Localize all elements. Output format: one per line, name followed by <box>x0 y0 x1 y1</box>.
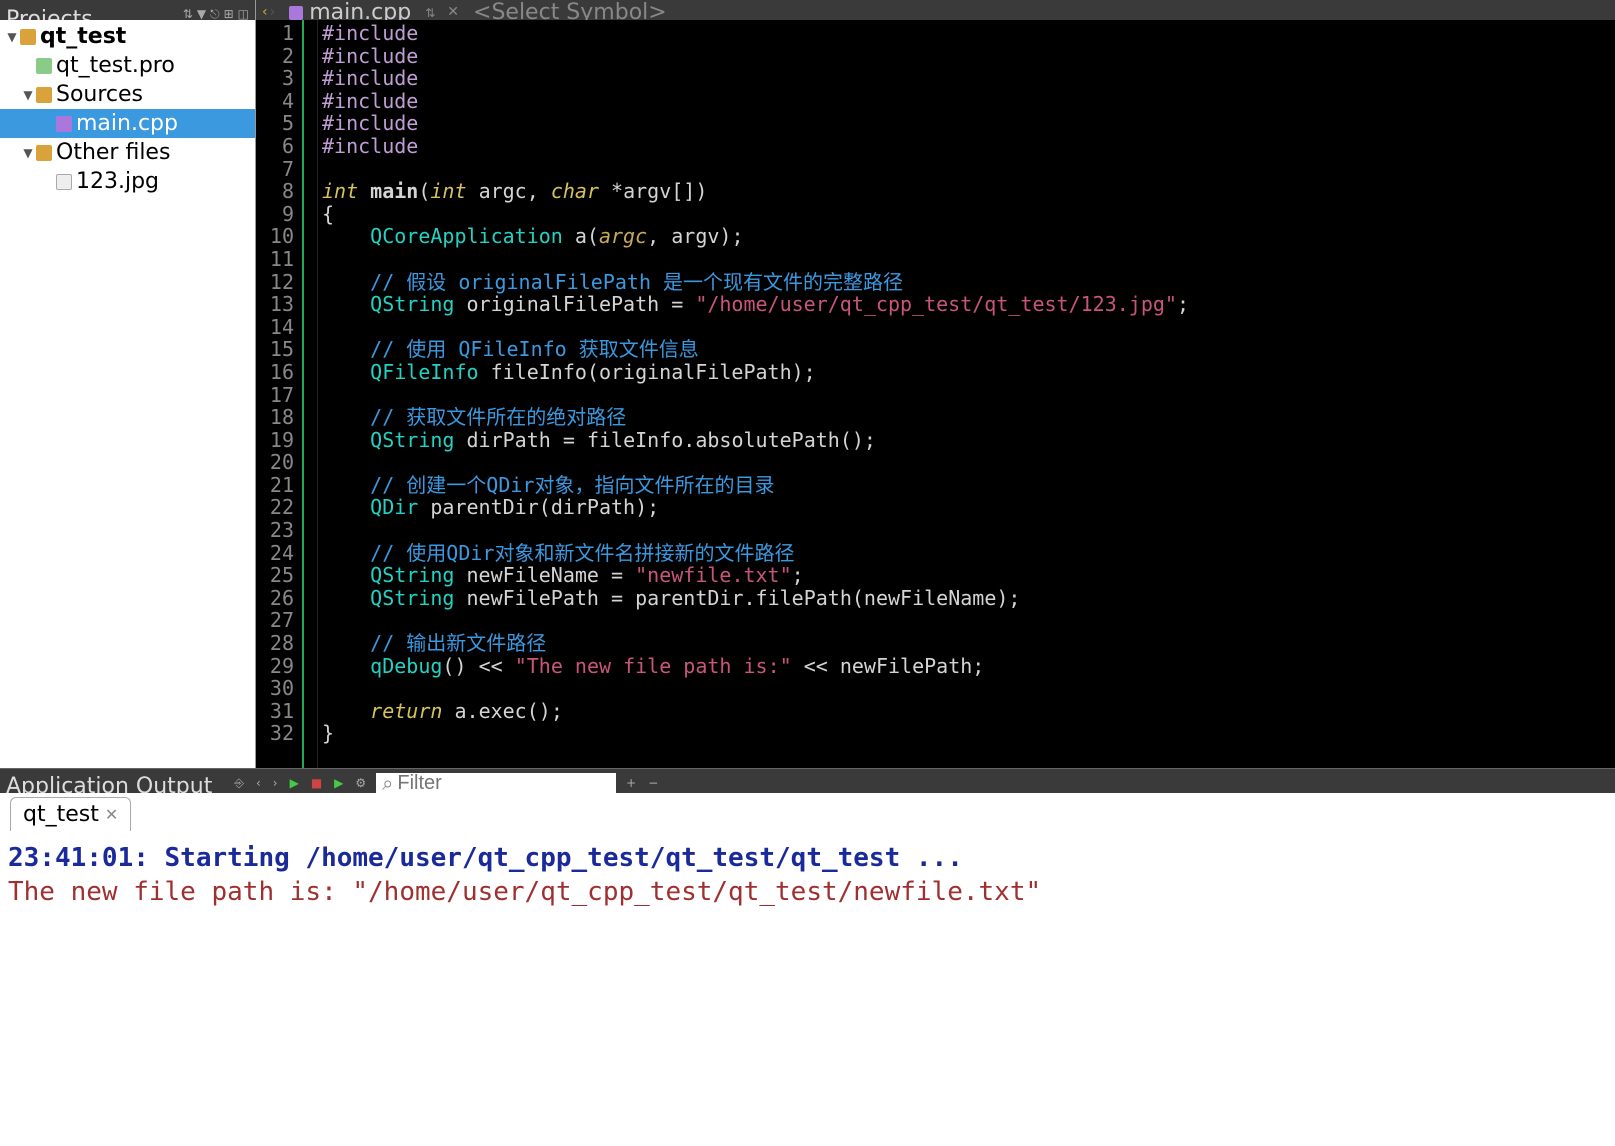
projects-title: Projects <box>6 14 93 20</box>
editor-tab-main[interactable]: main.cpp <box>281 0 419 20</box>
projects-sidebar: Projects ⇅ ▼ ⎋ ⊞ ◫ ▼ qt_test qt_test.pro… <box>0 0 256 768</box>
output-body[interactable]: 23:41:01: Starting /home/user/qt_cpp_tes… <box>0 831 1615 1146</box>
output-tab-qt-test[interactable]: qt_test ✕ <box>10 797 131 831</box>
project-name: qt_test <box>40 24 126 49</box>
tree-main-cpp[interactable]: main.cpp <box>0 109 255 138</box>
tree-123-jpg[interactable]: 123.jpg <box>0 167 255 196</box>
sources-label: Sources <box>56 82 143 107</box>
code-content[interactable]: #include #include #include #include #inc… <box>318 20 1615 768</box>
image-file-icon <box>56 174 72 190</box>
rerun-icon[interactable]: ▶ <box>332 776 345 790</box>
output-title: Application Output <box>6 774 212 793</box>
tree-sources-folder[interactable]: ▼ Sources <box>0 80 255 109</box>
chevron-down-icon[interactable]: ▼ <box>4 30 20 44</box>
symbol-selector[interactable]: <Select Symbol> <box>465 0 1615 20</box>
collapse-icon[interactable]: ◫ <box>238 8 249 20</box>
tab-file-label: main.cpp <box>309 0 411 20</box>
run-icon[interactable]: ▶ <box>288 776 301 790</box>
code-editor[interactable]: 1234567891011121314151617181920212223242… <box>256 20 1615 768</box>
close-icon[interactable]: ✕ <box>105 805 118 824</box>
output-result-line: The new file path is: "/home/user/qt_cpp… <box>8 877 1041 907</box>
tree-other-folder[interactable]: ▼ Other files <box>0 138 255 167</box>
filter-input-wrapper[interactable]: ⌕ <box>376 773 616 793</box>
other-files-label: Other files <box>56 140 170 165</box>
output-panel: Application Output ⎆ ‹ › ▶ ■ ▶ ⚙ ⌕ + − q… <box>0 768 1615 1146</box>
editor-area: ‹ › main.cpp ⇅ ✕ <Select Symbol> 1234567… <box>256 0 1615 768</box>
output-tab-label: qt_test <box>23 802 99 827</box>
output-header: Application Output ⎆ ‹ › ▶ ■ ▶ ⚙ ⌕ + − <box>0 769 1615 793</box>
tab-close-icon[interactable]: ✕ <box>441 4 465 20</box>
symbol-placeholder: <Select Symbol> <box>473 0 667 20</box>
folder-icon <box>36 145 52 161</box>
output-tabs: qt_test ✕ <box>0 793 1615 831</box>
folder-icon <box>36 87 52 103</box>
project-tree[interactable]: ▼ qt_test qt_test.pro ▼ Sources main.cpp… <box>0 20 255 768</box>
cpp-file-icon <box>56 116 72 132</box>
link-icon[interactable]: ⎋ <box>210 8 220 20</box>
chevron-down-icon[interactable]: ▼ <box>20 146 36 160</box>
output-start-line: 23:41:01: Starting /home/user/qt_cpp_tes… <box>8 843 963 873</box>
add-icon[interactable]: ⊞ <box>224 8 234 20</box>
main-cpp-label: main.cpp <box>76 111 178 136</box>
projects-header: Projects ⇅ ▼ ⎋ ⊞ ◫ <box>0 0 255 20</box>
cpp-file-icon <box>289 6 303 20</box>
search-icon: ⌕ <box>382 771 393 793</box>
chevron-down-icon[interactable]: ▼ <box>20 88 36 102</box>
tree-project-root[interactable]: ▼ qt_test <box>0 22 255 51</box>
nav-back-icon[interactable]: ‹ <box>262 4 268 20</box>
project-icon <box>20 29 36 45</box>
tree-pro-file[interactable]: qt_test.pro <box>0 51 255 80</box>
editor-toolbar: ‹ › main.cpp ⇅ ✕ <Select Symbol> <box>256 0 1615 20</box>
settings-icon[interactable]: ⚙ <box>353 776 368 790</box>
attach-icon[interactable]: ⎆ <box>232 776 246 791</box>
tab-dropdown-icon[interactable]: ⇅ <box>419 6 441 20</box>
next-icon[interactable]: › <box>271 776 280 790</box>
nav-forward-icon[interactable]: › <box>270 4 276 20</box>
jpg-file-label: 123.jpg <box>76 169 159 194</box>
remove-output-icon[interactable]: − <box>646 776 660 790</box>
fold-column[interactable] <box>304 20 318 768</box>
pro-file-icon <box>36 58 52 74</box>
filter-icon[interactable]: ▼ <box>197 8 206 20</box>
sort-icon[interactable]: ⇅ <box>183 8 193 20</box>
prev-icon[interactable]: ‹ <box>254 776 263 790</box>
filter-input[interactable] <box>397 772 610 794</box>
line-number-gutter: 1234567891011121314151617181920212223242… <box>256 20 304 768</box>
pro-file-label: qt_test.pro <box>56 53 175 78</box>
add-output-icon[interactable]: + <box>624 776 638 790</box>
stop-icon[interactable]: ■ <box>309 776 324 790</box>
